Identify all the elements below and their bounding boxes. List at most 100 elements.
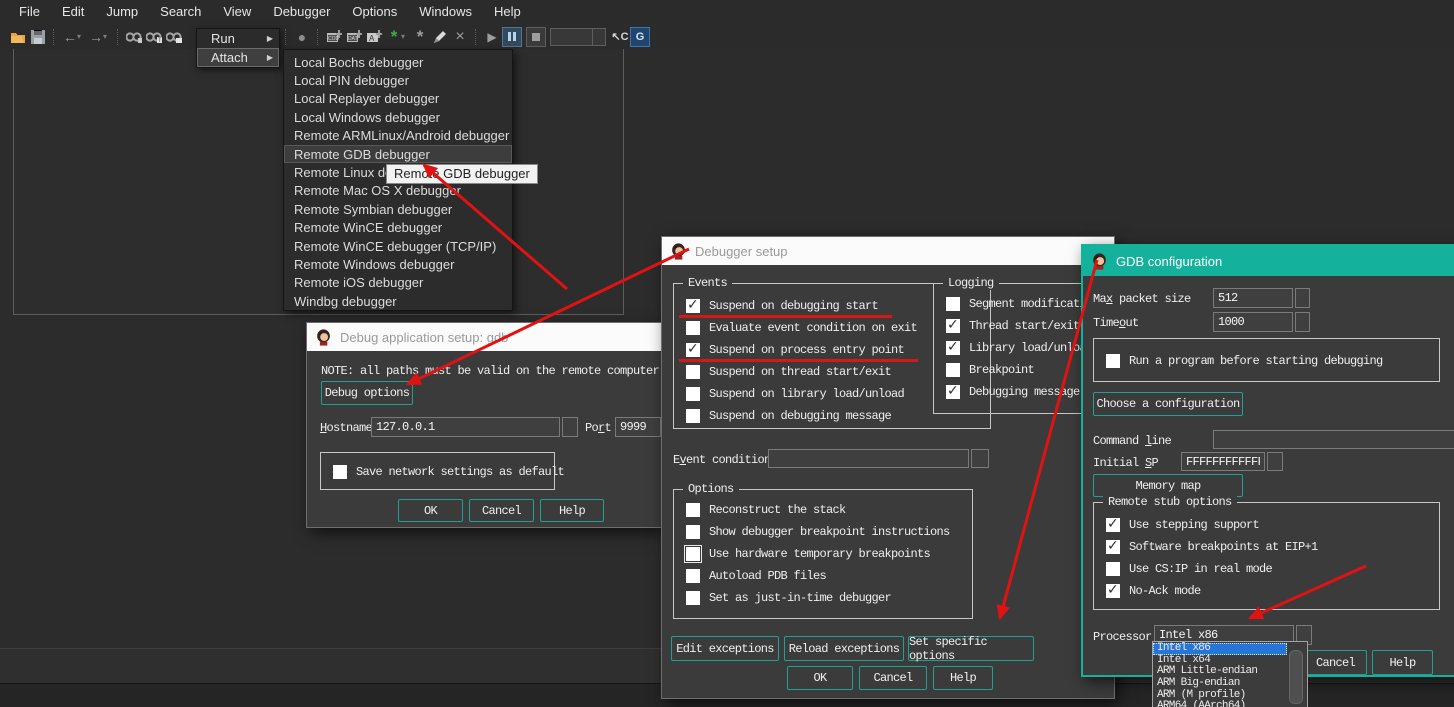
checkbox[interactable] bbox=[946, 385, 960, 399]
event-condition-button[interactable] bbox=[971, 449, 989, 468]
binoculars-sequence-icon[interactable] bbox=[164, 27, 184, 47]
menu-item[interactable]: Options bbox=[341, 0, 408, 24]
logging-checkbox-row[interactable]: Debugging message bbox=[946, 384, 1080, 399]
checkbox[interactable] bbox=[1106, 518, 1120, 532]
attach-pointer-icon[interactable]: ↖C bbox=[610, 27, 630, 47]
initial-sp-input[interactable] bbox=[1181, 452, 1265, 471]
binoculars-names-icon[interactable] bbox=[124, 27, 144, 47]
menu-item[interactable]: View bbox=[212, 0, 262, 24]
debug-options-button[interactable]: Debug options bbox=[321, 381, 413, 405]
event-checkbox-row[interactable]: Evaluate event condition on exit bbox=[686, 320, 917, 335]
menu-item[interactable]: Help bbox=[483, 0, 532, 24]
checkbox[interactable] bbox=[686, 299, 700, 313]
attach-submenu-item[interactable]: Remote GDB debugger bbox=[284, 145, 512, 163]
logging-checkbox-row[interactable]: Segment modification bbox=[946, 296, 1099, 311]
attach-submenu-item[interactable]: Local Bochs debugger bbox=[284, 53, 512, 71]
logging-checkbox-row[interactable]: Thread start/exit bbox=[946, 318, 1080, 333]
hostname-spinner[interactable] bbox=[562, 417, 578, 437]
remote-stub-checkbox-row[interactable]: Use stepping support bbox=[1106, 517, 1259, 532]
checkbox[interactable] bbox=[686, 409, 700, 423]
checkbox[interactable] bbox=[946, 341, 960, 355]
ok-button[interactable]: OK bbox=[787, 666, 853, 690]
dropdown-scrollbar-thumb[interactable] bbox=[1289, 650, 1303, 704]
help-button[interactable]: Help bbox=[540, 499, 604, 522]
hostname-input[interactable] bbox=[371, 417, 560, 437]
hex-view-icon[interactable]: DAT bbox=[344, 27, 364, 47]
checkbox[interactable] bbox=[1106, 540, 1120, 554]
attach-submenu-item[interactable]: Local Replayer debugger bbox=[284, 90, 512, 108]
attach-submenu-item[interactable]: Local PIN debugger bbox=[284, 71, 512, 89]
save-network-settings-checkbox-row[interactable]: Save network settings as default bbox=[333, 464, 564, 479]
option-checkbox-row[interactable]: Autoload PDB files bbox=[686, 568, 826, 583]
dialog-titlebar[interactable]: Debug application setup: gdb bbox=[307, 323, 662, 351]
checkbox[interactable] bbox=[1106, 584, 1120, 598]
event-checkbox-row[interactable]: Suspend on debugging message bbox=[686, 408, 891, 423]
remote-stub-checkbox-row[interactable]: Use CS:IP in real mode bbox=[1106, 561, 1272, 576]
menu-item[interactable]: Debugger bbox=[262, 0, 341, 24]
menu-item[interactable]: File bbox=[8, 0, 51, 24]
checkbox[interactable] bbox=[686, 569, 700, 583]
binoculars-text-icon[interactable]: T bbox=[144, 27, 164, 47]
attach-submenu-item[interactable]: Windbg debugger bbox=[284, 292, 512, 310]
edit-exceptions-button[interactable]: Edit exceptions bbox=[671, 636, 779, 661]
dialog-titlebar[interactable]: GDB configuration bbox=[1083, 246, 1454, 276]
gdb-debugger-toggle-icon[interactable]: G bbox=[630, 27, 650, 47]
checkbox[interactable] bbox=[686, 387, 700, 401]
forward-history-caret-icon[interactable]: ▾ bbox=[103, 32, 112, 41]
attach-submenu-item[interactable]: Remote iOS debugger bbox=[284, 274, 512, 292]
max-packet-spinner[interactable] bbox=[1295, 288, 1310, 308]
menu-item[interactable]: Edit bbox=[51, 0, 95, 24]
checkbox[interactable] bbox=[686, 525, 700, 539]
breakpoint-icon[interactable]: ● bbox=[292, 27, 312, 47]
checkbox[interactable] bbox=[686, 547, 700, 561]
checkbox[interactable] bbox=[1106, 354, 1120, 368]
attach-submenu-item[interactable]: Remote WinCE debugger bbox=[284, 219, 512, 237]
help-button[interactable]: Help bbox=[1372, 650, 1433, 675]
names-view-icon[interactable]: A bbox=[364, 27, 384, 47]
event-checkbox-row[interactable]: Suspend on process entry point bbox=[686, 342, 904, 357]
option-checkbox-row[interactable]: Reconstruct the stack bbox=[686, 502, 846, 517]
event-condition-input[interactable] bbox=[768, 449, 969, 468]
cancel-button[interactable]: Cancel bbox=[469, 499, 534, 522]
checkbox[interactable] bbox=[686, 591, 700, 605]
run-program-checkbox-row[interactable]: Run a program before starting debugging bbox=[1106, 353, 1383, 368]
dialog-titlebar[interactable]: Debugger setup bbox=[662, 237, 1114, 265]
menu-item[interactable]: Windows bbox=[408, 0, 483, 24]
debugger-menu-item[interactable]: Attach ▶ bbox=[197, 48, 279, 67]
cancel-button[interactable]: Cancel bbox=[1304, 650, 1367, 675]
remote-stub-checkbox-row[interactable]: Software breakpoints at EIP+1 bbox=[1106, 539, 1318, 554]
toolbar-input[interactable] bbox=[550, 28, 606, 46]
option-checkbox-row[interactable]: Use hardware temporary breakpoints bbox=[686, 546, 930, 561]
processor-option[interactable]: ARM Big-endian bbox=[1153, 678, 1287, 690]
event-checkbox-row[interactable]: Suspend on thread start/exit bbox=[686, 364, 891, 379]
checkbox[interactable] bbox=[686, 503, 700, 517]
checkbox[interactable] bbox=[686, 321, 700, 335]
snowflake-icon[interactable]: * bbox=[410, 27, 430, 47]
reload-exceptions-button[interactable]: Reload exceptions bbox=[784, 636, 904, 661]
set-specific-options-button[interactable]: Set specific options bbox=[908, 636, 1034, 661]
pause-process-icon[interactable] bbox=[502, 27, 522, 47]
timeout-input[interactable] bbox=[1213, 312, 1293, 332]
segment-caret-icon[interactable]: ▾ bbox=[401, 32, 410, 41]
max-packet-size-input[interactable] bbox=[1213, 288, 1293, 308]
stop-process-icon[interactable] bbox=[526, 27, 546, 47]
option-checkbox-row[interactable]: Set as just-in-time debugger bbox=[686, 590, 891, 605]
continue-process-icon[interactable]: ▶ bbox=[482, 27, 502, 47]
timeout-spinner[interactable] bbox=[1295, 312, 1310, 332]
ok-button[interactable]: OK bbox=[398, 499, 463, 522]
back-history-caret-icon[interactable]: ▾ bbox=[77, 32, 86, 41]
event-checkbox-row[interactable]: Suspend on debugging start bbox=[686, 298, 878, 313]
help-button[interactable]: Help bbox=[933, 666, 993, 690]
checkbox[interactable] bbox=[946, 319, 960, 333]
event-checkbox-row[interactable]: Suspend on library load/unload bbox=[686, 386, 904, 401]
attach-submenu-item[interactable]: Remote WinCE debugger (TCP/IP) bbox=[284, 237, 512, 255]
menu-item[interactable]: Search bbox=[149, 0, 212, 24]
command-line-input[interactable] bbox=[1213, 430, 1454, 449]
menu-item[interactable]: Jump bbox=[95, 0, 149, 24]
remote-stub-checkbox-row[interactable]: No-Ack mode bbox=[1106, 583, 1201, 598]
memory-map-button[interactable]: Memory map bbox=[1093, 474, 1243, 497]
attach-submenu-item[interactable]: Remote ARMLinux/Android debugger bbox=[284, 127, 512, 145]
attach-submenu-item[interactable]: Remote Symbian debugger bbox=[284, 200, 512, 218]
checkbox[interactable] bbox=[946, 297, 960, 311]
checkbox[interactable] bbox=[333, 465, 347, 479]
